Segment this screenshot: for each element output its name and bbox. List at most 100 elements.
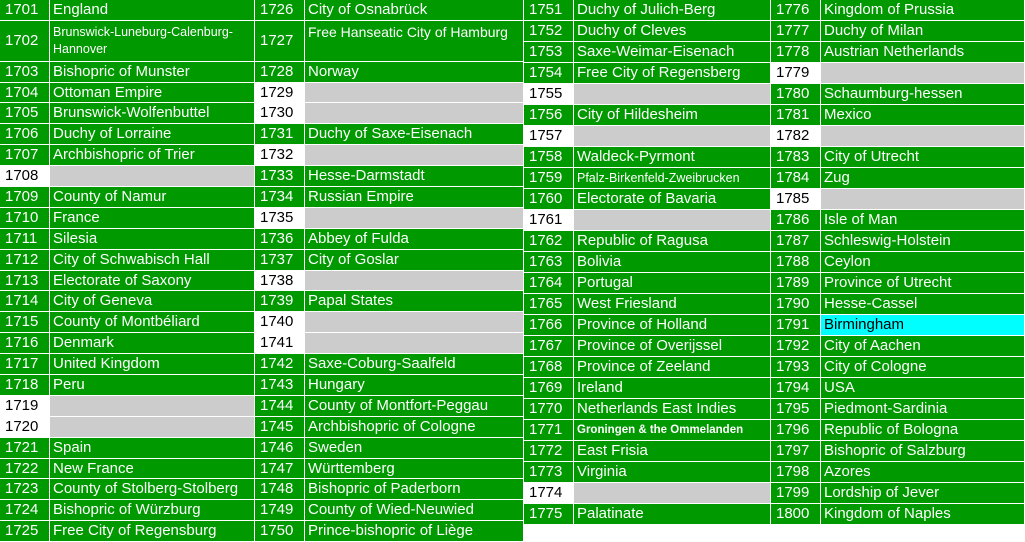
name-cell: City of Osnabrück: [308, 1, 428, 18]
name-cell: Ottoman Empire: [53, 83, 163, 101]
year-cell: 1758: [524, 147, 574, 167]
name-cell: County of Montfort-Peggau: [308, 396, 489, 414]
name-cell: [305, 312, 523, 333]
year-cell: 1793: [771, 357, 821, 377]
table-row: 1731 Duchy of Saxe-Eisenach: [255, 124, 523, 146]
name-cell: Sweden: [308, 438, 363, 456]
name-cell: Free Hanseatic City of Hamburg: [308, 23, 508, 40]
name-cell: [574, 210, 770, 230]
table-row: 1737 City of Goslar: [255, 249, 523, 271]
name-cell: Denmark: [53, 334, 114, 352]
table-row: 1734 Russian Empire: [255, 187, 523, 208]
year-cell: 1757: [524, 126, 574, 146]
table-row: 1747 Württemberg: [255, 458, 523, 480]
name-cell: Electorate of Bavaria: [577, 190, 717, 207]
table-row: 1783 City of Utrecht: [771, 147, 1024, 168]
name-cell: City of Geneva: [53, 292, 153, 310]
name-cell: City of Goslar: [308, 250, 399, 268]
table-row: 1740: [255, 312, 523, 334]
year-cell: 1753: [524, 42, 574, 62]
year-cell: 1751: [524, 0, 574, 20]
table-row: 1707 Archbishopric of Trier: [0, 145, 254, 167]
year-cell: 1740: [255, 312, 305, 333]
table-row: 1771 Groningen & the Ommelanden: [524, 420, 770, 441]
table-row: 1714 City of Geneva: [0, 291, 254, 313]
name-cell: [305, 270, 523, 291]
table-row: 1788 Ceylon: [771, 252, 1024, 273]
year-cell: 1721: [0, 437, 50, 458]
year-cell: 1769: [524, 378, 574, 398]
table-row: 1744 County of Montfort-Peggau: [255, 395, 523, 417]
year-cell: 1777: [771, 21, 821, 41]
table-row: 1756 City of Hildesheim: [524, 105, 770, 126]
year-cell: 1746: [255, 437, 305, 458]
name-cell: Brunswick-Luneburg-Calenburg-Hannover: [53, 24, 233, 56]
year-cell: 1754: [524, 63, 574, 83]
table-row: 1713 Electorate of Saxony: [0, 270, 254, 292]
table-row: 1703 Bishopric of Munster: [0, 61, 254, 83]
name-cell: [574, 84, 770, 104]
table-row: 1753 Saxe-Weimar-Eisenach: [524, 42, 770, 63]
table-row: 1754 Free City of Regensberg: [524, 63, 770, 84]
year-cell: 1772: [524, 441, 574, 461]
table-row: 1778 Austrian Netherlands: [771, 42, 1024, 63]
name-cell: Hungary: [308, 376, 365, 394]
year-cell: 1736: [255, 228, 305, 249]
year-cell: 1727: [255, 20, 305, 61]
year-cell: 1715: [0, 312, 50, 333]
table-row: 1717 United Kingdom: [0, 354, 254, 376]
year-cell: 1731: [255, 124, 305, 145]
year-cell: 1711: [0, 228, 50, 249]
name-cell: City of Utrecht: [824, 148, 920, 165]
name-cell: Azores: [824, 463, 871, 480]
table-row: 1742 Saxe-Coburg-Saalfeld: [255, 354, 523, 376]
name-cell: [821, 63, 1024, 83]
table-row: 1720: [0, 416, 254, 438]
table-row: 1764 Portugal: [524, 273, 770, 294]
year-cell: 1738: [255, 270, 305, 291]
table-row: 1780 Schaumburg-hessen: [771, 84, 1024, 105]
year-cell: 1784: [771, 168, 821, 188]
name-cell: Archbishopric of Cologne: [308, 417, 476, 435]
year-cell: 1798: [771, 462, 821, 482]
year-cell: 1737: [255, 249, 305, 270]
year-cell: 1710: [0, 207, 50, 228]
table-row: 1725 Free City of Regensburg: [0, 521, 254, 542]
name-cell: Russian Empire: [308, 188, 414, 205]
year-cell: 1787: [771, 231, 821, 251]
year-cell: 1728: [255, 61, 305, 82]
year-cell: 1708: [0, 166, 50, 186]
name-cell: City of Cologne: [824, 358, 927, 375]
name-cell: Saxe-Coburg-Saalfeld: [308, 355, 456, 373]
name-cell: Province of Overijssel: [577, 337, 723, 354]
year-cell: 1783: [771, 147, 821, 167]
year-cell: 1781: [771, 105, 821, 125]
name-cell: United Kingdom: [53, 355, 160, 373]
year-cell: 1729: [255, 82, 305, 103]
year-cell: 1780: [771, 84, 821, 104]
name-cell: [50, 166, 254, 186]
name-cell: Prince-bishopric of Liège: [308, 522, 474, 540]
year-cell: 1797: [771, 441, 821, 461]
name-cell: Abbey of Fulda: [308, 229, 409, 247]
table-row: 1723 County of Stolberg-Stolberg: [0, 479, 254, 501]
year-cell: 1786: [771, 210, 821, 230]
table-row: 1743 Hungary: [255, 375, 523, 396]
name-cell: Duchy of Milan: [824, 22, 924, 39]
year-cell: 1701: [0, 0, 50, 20]
name-cell: Silesia: [53, 229, 98, 247]
name-cell: England: [53, 1, 109, 18]
name-cell: Duchy of Cleves: [577, 22, 687, 39]
name-cell: Mexico: [824, 106, 872, 123]
year-cell: 1739: [255, 291, 305, 312]
table-row: 1797 Bishopric of Salzburg: [771, 441, 1024, 462]
name-cell: Electorate of Saxony: [53, 271, 192, 289]
name-cell: USA: [824, 379, 855, 396]
table-row: 1749 County of Wied-Neuwied: [255, 500, 523, 522]
year-cell: 1716: [0, 333, 50, 354]
name-cell: Peru: [53, 376, 85, 394]
year-cell: 1766: [524, 315, 574, 335]
name-cell: [50, 416, 254, 437]
table-row: 1736 Abbey of Fulda: [255, 228, 523, 250]
year-cell: 1705: [0, 103, 50, 124]
